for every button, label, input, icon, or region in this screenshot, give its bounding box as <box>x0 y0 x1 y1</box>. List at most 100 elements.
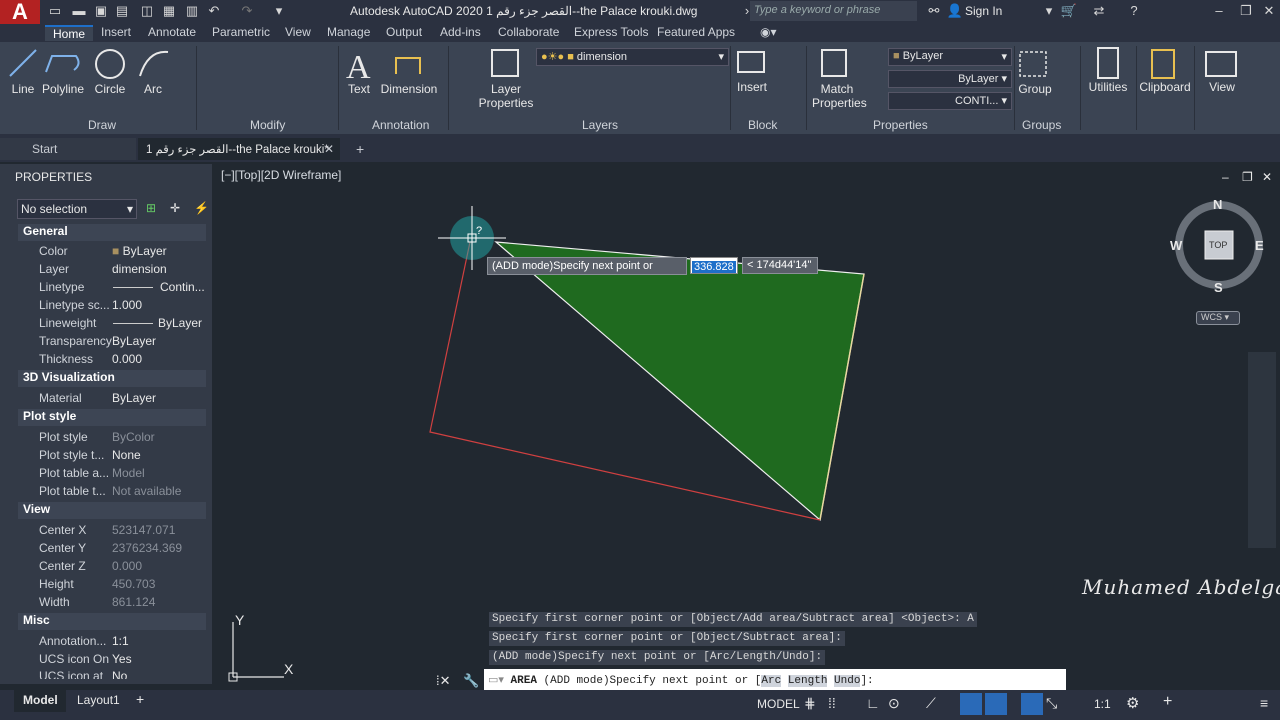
prop-value[interactable]: 1:1 <box>112 634 129 648</box>
autoscale-icon[interactable]: ⤡ <box>1046 695 1057 712</box>
toggle-pickadd-icon[interactable]: ⊞ <box>146 201 156 215</box>
annotation-monitor-icon[interactable]: + <box>1163 693 1172 711</box>
tab-home[interactable]: Home <box>45 25 94 41</box>
workspace-gear-icon[interactable]: ⚙ <box>1126 694 1139 712</box>
tab-insert[interactable]: Insert <box>101 25 131 41</box>
vp-minimize-icon[interactable]: – <box>1222 170 1229 184</box>
prop-value[interactable]: ByLayer <box>158 316 202 330</box>
isodraft-icon[interactable]: ⟋ <box>926 695 936 712</box>
match-properties-button[interactable]: Match Properties <box>812 82 867 110</box>
object-snap-icon[interactable] <box>960 693 982 715</box>
new-tab-icon[interactable]: + <box>356 141 364 157</box>
search-input[interactable]: Type a keyword or phrase <box>750 1 917 21</box>
dimension-button[interactable]: Dimension <box>380 82 438 96</box>
annotation-panel-label[interactable]: Annotation <box>372 118 429 132</box>
properties-panel-label[interactable]: Properties <box>873 118 928 132</box>
insert-button[interactable]: Insert <box>736 80 768 94</box>
open-icon[interactable]: ▬ <box>70 3 88 18</box>
tab-collaborate[interactable]: Collaborate <box>498 25 559 41</box>
save-as-icon[interactable]: ▤ <box>113 3 131 19</box>
select-objects-icon[interactable]: ✛ <box>170 201 180 215</box>
web-icon[interactable]: ◫ <box>138 3 156 19</box>
section-3d-visualization[interactable]: 3D Visualization <box>18 370 206 387</box>
qat-dropdown-icon[interactable]: ▾ <box>270 3 288 19</box>
option-arc[interactable]: Arc <box>761 675 782 687</box>
tab-model[interactable]: Model <box>14 690 66 712</box>
viewcube-top[interactable]: TOP <box>1209 240 1227 250</box>
view-button[interactable]: View <box>1200 80 1244 94</box>
layer-dropdown[interactable]: ●☀● ■ dimension ▾ <box>536 48 729 66</box>
circle-button[interactable]: Circle <box>92 82 128 96</box>
prop-value[interactable]: dimension <box>112 262 167 276</box>
user-icon[interactable]: 👤 <box>946 3 964 19</box>
compass-west[interactable]: W <box>1170 238 1182 253</box>
command-history-icon[interactable]: ▭▾ <box>488 675 504 687</box>
save-icon[interactable]: ▣ <box>92 3 110 19</box>
tab-add-ins[interactable]: Add-ins <box>440 25 481 41</box>
exchange-icon[interactable]: ⇄ <box>1090 3 1108 19</box>
redo-icon[interactable]: ↷ <box>238 3 256 19</box>
navigation-bar[interactable] <box>1248 352 1276 548</box>
compass-north[interactable]: N <box>1213 197 1222 212</box>
draw-panel-label[interactable]: Draw <box>88 118 116 132</box>
distance-input[interactable]: 336.828 <box>690 257 738 274</box>
grid-icon[interactable]: ⋕ <box>804 695 816 712</box>
groups-panel-label[interactable]: Groups <box>1022 118 1061 132</box>
compass-east[interactable]: E <box>1255 238 1264 253</box>
prop-value[interactable]: ByLayer <box>112 334 156 348</box>
model-space-button[interactable]: MODEL <box>757 697 800 711</box>
close-icon[interactable]: ✕ <box>1260 3 1278 19</box>
sign-in-button[interactable]: Sign In <box>965 4 1002 18</box>
section-misc[interactable]: Misc <box>18 613 206 630</box>
tab-manage[interactable]: Manage <box>327 25 370 41</box>
plot-icon[interactable]: ▥ <box>183 3 201 19</box>
prop-value[interactable]: ■ ByLayer <box>112 244 167 258</box>
polar-icon[interactable]: ⊙ <box>888 695 900 712</box>
layer-properties-button[interactable]: Layer Properties <box>478 82 534 110</box>
group-button[interactable]: Group <box>1016 82 1054 96</box>
prop-value[interactable]: Contin... <box>160 280 205 294</box>
ribbon-toggle-icon[interactable]: ◉▾ <box>760 25 777 41</box>
tab-parametric[interactable]: Parametric <box>212 25 270 41</box>
arc-button[interactable]: Arc <box>138 82 168 96</box>
customization-icon[interactable]: ≡ <box>1260 695 1268 711</box>
prop-value[interactable]: 0.000 <box>112 352 142 366</box>
annotation-visibility-icon[interactable] <box>1021 693 1043 715</box>
prop-value[interactable]: Yes <box>112 652 132 666</box>
section-plot-style[interactable]: Plot style <box>18 409 206 426</box>
command-close-icon[interactable]: ⁞✕ <box>436 673 451 689</box>
autocad-logo-icon[interactable]: A <box>0 0 40 24</box>
line-button[interactable]: Line <box>8 82 38 96</box>
add-layout-icon[interactable]: + <box>136 691 144 707</box>
tab-express-tools[interactable]: Express Tools <box>574 25 648 41</box>
modify-panel-label[interactable]: Modify <box>250 118 285 132</box>
quick-select-icon[interactable]: ⚡ <box>194 201 209 215</box>
vp-restore-icon[interactable]: ❐ <box>1242 170 1253 184</box>
section-general[interactable]: General <box>18 224 206 241</box>
minimize-icon[interactable]: – <box>1210 3 1228 18</box>
close-tab-icon[interactable]: ✕ <box>324 142 334 156</box>
selection-dropdown[interactable]: No selection ▾ <box>17 199 137 219</box>
option-length[interactable]: Length <box>787 675 828 687</box>
tab-drawing[interactable]: القصر جزء رقم 1--the Palace krouki* <box>138 138 340 160</box>
tab-output[interactable]: Output <box>386 25 422 41</box>
vp-close-icon[interactable]: ✕ <box>1262 170 1272 184</box>
tab-featured-apps[interactable]: Featured Apps <box>657 25 735 41</box>
layers-panel-label[interactable]: Layers <box>582 118 618 132</box>
help-icon[interactable]: ? <box>1125 3 1143 18</box>
block-panel-label[interactable]: Block <box>748 118 777 132</box>
binoculars-icon[interactable]: ⚯ <box>925 3 943 19</box>
object-snap-tracking-icon[interactable] <box>985 693 1007 715</box>
command-line-input[interactable]: ▭▾ AREA (ADD mode)Specify next point or … <box>484 669 1066 691</box>
prop-value[interactable]: ByLayer <box>112 391 156 405</box>
color-dropdown[interactable]: ■ ByLayer ▾ <box>888 48 1012 66</box>
section-view[interactable]: View <box>18 502 206 519</box>
text-button[interactable]: Text <box>344 82 374 96</box>
sign-in-dropdown-icon[interactable]: ▾ <box>1040 3 1058 19</box>
prop-value[interactable]: No <box>112 669 127 679</box>
prop-value[interactable]: None <box>112 448 141 462</box>
annotation-scale[interactable]: 1:1 <box>1094 697 1111 711</box>
cart-icon[interactable]: 🛒 <box>1060 3 1078 19</box>
wcs-menu[interactable]: WCS ▾ <box>1196 311 1240 325</box>
ortho-icon[interactable]: ∟ <box>866 695 880 711</box>
